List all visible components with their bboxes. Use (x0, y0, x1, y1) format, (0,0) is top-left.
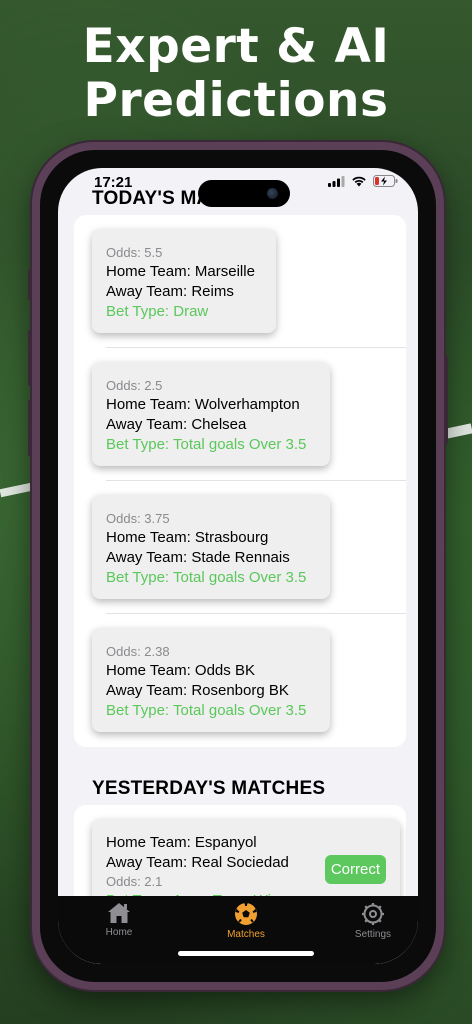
odds-label: Odds: 5.5 (106, 245, 163, 260)
odds-label: Odds: 2.38 (106, 644, 170, 659)
tab-home-label: Home (105, 927, 133, 938)
bet-type-label: Bet Type: Draw (106, 303, 209, 320)
away-team-label: Away Team: Rosenborg BK (106, 682, 289, 699)
tab-matches[interactable]: Matches (201, 902, 291, 940)
away-team-label: Away Team: Reims (106, 283, 234, 300)
list-item[interactable]: Odds: 2.5 Home Team: Wolverhampton Away … (74, 348, 406, 481)
tab-settings-label: Settings (354, 929, 392, 940)
home-team-label: Home Team: Espanyol (106, 834, 257, 851)
bet-type-label: Bet Type: Total goals Over 3.5 (106, 569, 307, 586)
status-icons (328, 175, 398, 187)
tab-bar: Home Matches Settings (58, 896, 418, 964)
home-team-label: Home Team: Odds BK (106, 662, 255, 679)
yesterday-section-title: YESTERDAY'S MATCHES (92, 778, 326, 799)
pitch-line-left (0, 482, 33, 498)
away-team-label: Away Team: Chelsea (106, 416, 247, 433)
odds-label: Odds: 2.5 (106, 378, 163, 393)
wifi-icon (352, 176, 366, 187)
tab-home[interactable]: Home (74, 902, 164, 938)
battery-low-charging-icon (373, 175, 398, 187)
home-team-label: Home Team: Strasbourg (106, 529, 269, 546)
hero-line-1: Expert & AI (82, 19, 390, 74)
away-team-label: Away Team: Stade Rennais (106, 549, 290, 566)
front-camera-icon (267, 188, 278, 199)
tab-settings[interactable]: Settings (328, 902, 418, 940)
phone-bezel: 17:21 TODAY'S MATCHES Odds: 5.5 Home Tea… (40, 150, 436, 982)
hero-line-2: Predictions (83, 73, 389, 128)
match-card[interactable]: Odds: 2.5 Home Team: Wolverhampton Away … (92, 362, 330, 466)
list-item[interactable]: Odds: 3.75 Home Team: Strasbourg Away Te… (74, 481, 406, 614)
result-badge: Correct (324, 855, 386, 884)
tab-matches-label: Matches (227, 929, 265, 940)
list-item[interactable]: Odds: 5.5 Home Team: Marseille Away Team… (74, 215, 406, 348)
match-card[interactable]: Odds: 5.5 Home Team: Marseille Away Team… (92, 229, 276, 333)
odds-label: Odds: 3.75 (106, 511, 170, 526)
match-card[interactable]: Odds: 2.38 Home Team: Odds BK Away Team:… (92, 628, 330, 732)
hero-headline: Expert & AI Predictions (0, 20, 472, 128)
gear-icon (362, 903, 384, 925)
today-matches-list: Odds: 5.5 Home Team: Marseille Away Team… (74, 215, 406, 747)
bet-type-label: Bet Type: Total goals Over 3.5 (106, 436, 307, 453)
list-item[interactable]: Odds: 2.38 Home Team: Odds BK Away Team:… (74, 614, 406, 747)
cellular-signal-icon (328, 175, 345, 187)
home-indicator (178, 951, 314, 956)
home-icon (108, 903, 130, 923)
match-card[interactable]: Odds: 3.75 Home Team: Strasbourg Away Te… (92, 495, 330, 599)
app-screen: 17:21 TODAY'S MATCHES Odds: 5.5 Home Tea… (58, 168, 418, 964)
pitch-line-right (445, 423, 472, 439)
home-team-label: Home Team: Wolverhampton (106, 396, 300, 413)
soccer-ball-icon (235, 903, 257, 925)
dynamic-island (198, 180, 290, 207)
home-team-label: Home Team: Marseille (106, 263, 255, 280)
bet-type-label: Bet Type: Total goals Over 3.5 (106, 702, 307, 719)
phone-frame: 17:21 TODAY'S MATCHES Odds: 5.5 Home Tea… (32, 142, 444, 990)
